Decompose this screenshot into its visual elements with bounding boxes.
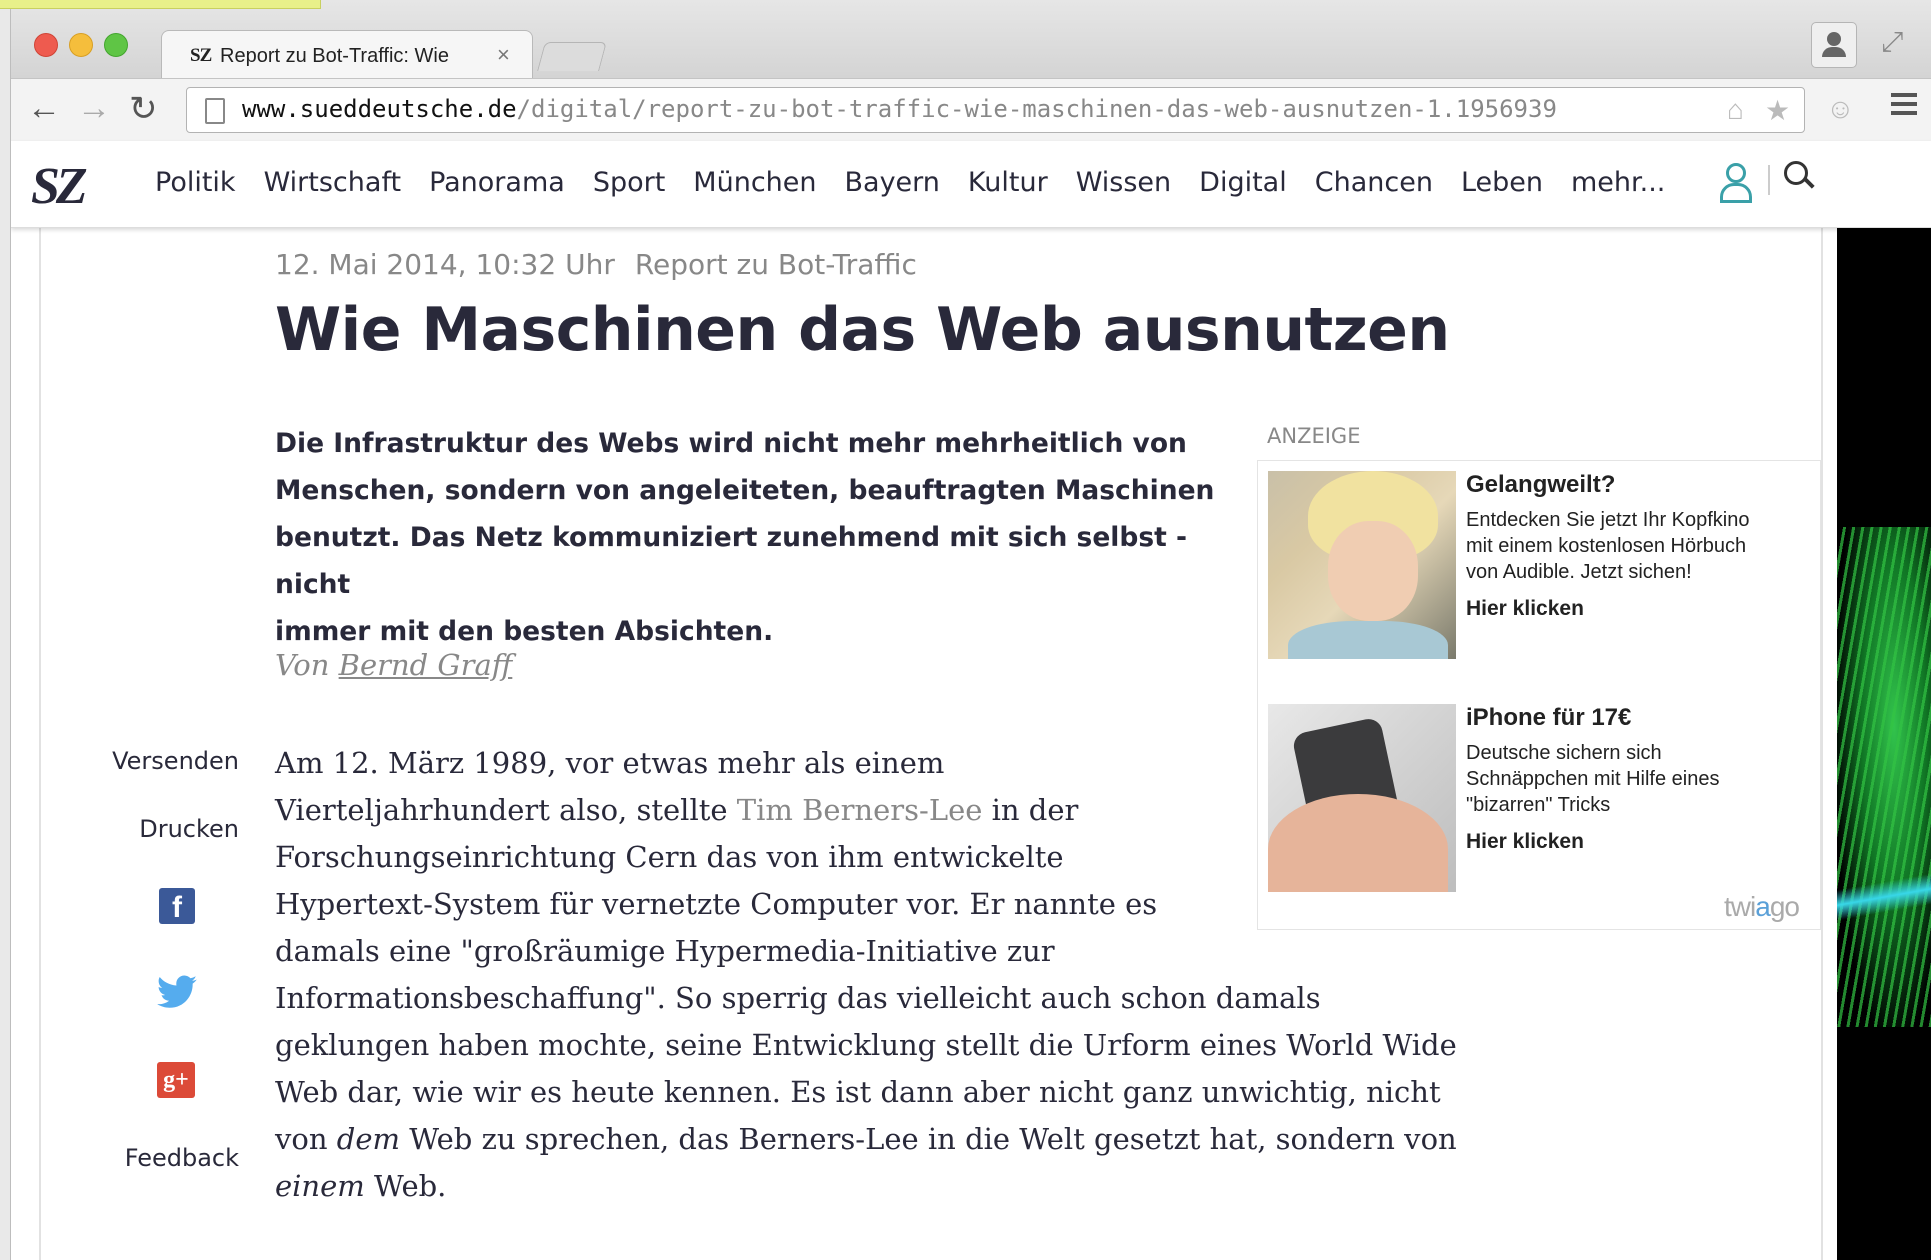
tag-icon[interactable]: ⌂ bbox=[1727, 94, 1744, 126]
body-line: Web dar, wie wir es heute kennen. Es ist… bbox=[275, 1075, 1441, 1109]
forward-arrow-icon[interactable]: → bbox=[77, 89, 111, 128]
ad-text: Deutsche sichern sich Schnäppchen mit Hi… bbox=[1466, 742, 1720, 816]
ad-label: ANZEIGE bbox=[1267, 424, 1361, 448]
browser-toolbar: ← → ↻ www.sueddeutsche.de/digital/report… bbox=[11, 78, 1931, 142]
bookmark-star-icon[interactable]: ★ bbox=[1765, 94, 1790, 127]
ad-cta-link[interactable]: Hier klicken bbox=[1466, 597, 1584, 621]
ad-image-iphone[interactable] bbox=[1268, 704, 1456, 892]
user-icon[interactable] bbox=[1718, 163, 1752, 203]
googleplus-icon[interactable]: g+ bbox=[157, 1062, 195, 1098]
browser-tab[interactable]: SZ Report zu Bot-Traffic: Wie × bbox=[161, 30, 533, 79]
nav-item-bayern[interactable]: Bayern bbox=[845, 167, 940, 198]
extension-icon[interactable]: ☺ bbox=[1826, 93, 1855, 125]
body-line: damals eine "großräumige Hypermedia-Init… bbox=[275, 934, 1055, 968]
nav-item-digital[interactable]: Digital bbox=[1199, 167, 1287, 198]
nav-item-kultur[interactable]: Kultur bbox=[968, 167, 1048, 198]
tab-title: Report zu Bot-Traffic: Wie bbox=[220, 45, 449, 67]
url-text[interactable]: www.sueddeutsche.de/digital/report-zu-bo… bbox=[242, 95, 1557, 123]
ad-title[interactable]: Gelangweilt? bbox=[1466, 471, 1615, 499]
header-divider bbox=[1768, 165, 1770, 195]
article-date: 12. Mai 2014, 10:32 Uhr bbox=[275, 248, 615, 281]
facebook-icon[interactable]: f bbox=[159, 888, 195, 924]
reload-icon[interactable]: ↻ bbox=[129, 89, 158, 129]
close-window-button[interactable] bbox=[34, 33, 58, 57]
nav-item-wirtschaft[interactable]: Wirtschaft bbox=[264, 167, 401, 198]
sz-favicon-icon: SZ bbox=[190, 45, 212, 66]
main-nav: Politik Wirtschaft Panorama Sport Münche… bbox=[155, 167, 1693, 198]
minimize-window-button[interactable] bbox=[69, 33, 93, 57]
article-headline: Wie Maschinen das Web ausnutzen bbox=[275, 295, 1450, 365]
teaser-line: benutzt. Das Netz kommuniziert zunehmend… bbox=[275, 522, 1188, 600]
body-line: einem Web. bbox=[275, 1169, 447, 1203]
back-arrow-icon[interactable]: ← bbox=[27, 89, 61, 128]
ad-box[interactable]: Gelangweilt? Entdecken Sie jetzt Ihr Kop… bbox=[1257, 460, 1821, 930]
nav-item-sport[interactable]: Sport bbox=[593, 167, 665, 198]
nav-item-leben[interactable]: Leben bbox=[1461, 167, 1543, 198]
ad-text: Entdecken Sie jetzt Ihr Kopfkino mit ein… bbox=[1466, 509, 1750, 583]
teaser-line: Menschen, sondern von angeleiteten, beau… bbox=[275, 475, 1215, 506]
nav-item-panorama[interactable]: Panorama bbox=[429, 167, 565, 198]
nav-item-muenchen[interactable]: München bbox=[693, 167, 816, 198]
url-host: www.sueddeutsche.de bbox=[242, 95, 517, 123]
tab-close-icon[interactable]: × bbox=[497, 42, 510, 68]
ad-image-woman-headphones[interactable] bbox=[1268, 471, 1456, 659]
address-bar[interactable]: www.sueddeutsche.de/digital/report-zu-bo… bbox=[186, 87, 1805, 133]
body-line: geklungen haben mochte, seine Entwicklun… bbox=[275, 1028, 1457, 1062]
menu-hamburger-icon[interactable] bbox=[1891, 93, 1917, 120]
site-header: SZ Politik Wirtschaft Panorama Sport Mün… bbox=[11, 141, 1931, 228]
page-icon bbox=[205, 98, 225, 124]
twiago-logo[interactable]: twiago bbox=[1724, 891, 1800, 923]
twitter-icon[interactable] bbox=[155, 975, 199, 1011]
nav-item-wissen[interactable]: Wissen bbox=[1076, 167, 1171, 198]
browser-window: SZ Report zu Bot-Traffic: Wie × ⤢ ← → ↻ … bbox=[10, 0, 1931, 1260]
send-link[interactable]: Versenden bbox=[112, 747, 239, 775]
article-meta: 12. Mai 2014, 10:32 Uhr Report zu Bot-Tra… bbox=[275, 248, 917, 281]
title-bar: SZ Report zu Bot-Traffic: Wie × ⤢ bbox=[11, 0, 1931, 79]
body-line: von dem Web zu sprechen, das Berners-Lee… bbox=[275, 1122, 1457, 1156]
search-icon[interactable] bbox=[1784, 161, 1815, 195]
sz-logo[interactable]: SZ bbox=[31, 157, 88, 216]
article-topic: Report zu Bot-Traffic bbox=[634, 248, 917, 281]
teaser-line: Die Infrastruktur des Webs wird nicht me… bbox=[275, 428, 1187, 459]
side-ad-banner[interactable] bbox=[1837, 227, 1931, 1260]
ad-cta-link[interactable]: Hier klicken bbox=[1466, 830, 1584, 854]
author-byline: Von Bernd Graff bbox=[275, 648, 512, 682]
ad-title[interactable]: iPhone für 17€ bbox=[1466, 704, 1631, 732]
body-line: Informationsbeschaffung". So sperrig das… bbox=[275, 981, 1321, 1015]
person-icon bbox=[1827, 32, 1841, 46]
print-link[interactable]: Drucken bbox=[139, 815, 239, 843]
author-prefix: Von bbox=[275, 648, 339, 682]
url-path: /digital/report-zu-bot-traffic-wie-masch… bbox=[516, 95, 1557, 123]
nav-item-politik[interactable]: Politik bbox=[155, 167, 236, 198]
fullscreen-icon[interactable]: ⤢ bbox=[1881, 26, 1903, 59]
feedback-link[interactable]: Feedback bbox=[125, 1144, 239, 1172]
nav-item-chancen[interactable]: Chancen bbox=[1315, 167, 1433, 198]
maximize-window-button[interactable] bbox=[104, 33, 128, 57]
author-link[interactable]: Bernd Graff bbox=[339, 648, 513, 682]
article-teaser: Die Infrastruktur des Webs wird nicht me… bbox=[275, 420, 1225, 655]
tim-berners-lee-link[interactable]: Tim Berners-Lee bbox=[737, 793, 983, 827]
desktop-highlight bbox=[0, 0, 321, 9]
profile-button[interactable] bbox=[1811, 22, 1857, 68]
nav-item-mehr[interactable]: mehr... bbox=[1571, 167, 1665, 198]
new-tab-button[interactable] bbox=[537, 42, 607, 71]
